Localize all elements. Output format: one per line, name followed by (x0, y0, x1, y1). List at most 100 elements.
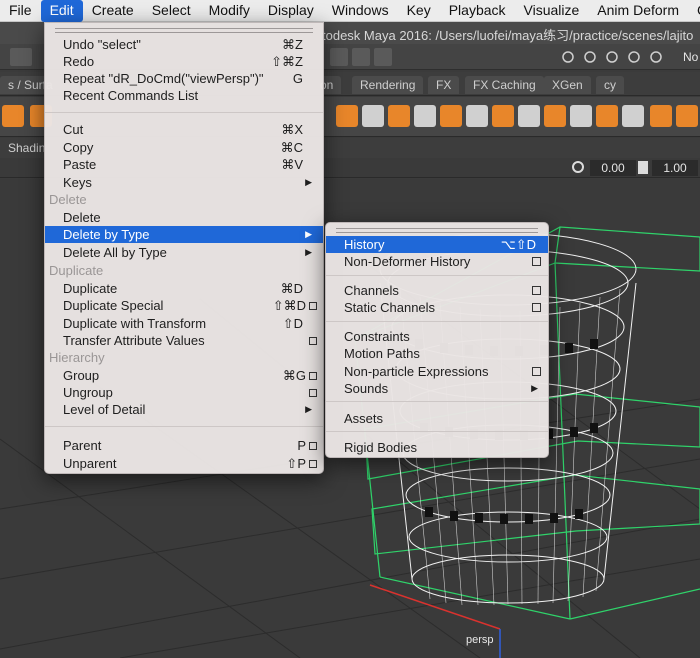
option-box-icon[interactable] (532, 303, 541, 312)
motion-paths-label: Motion Paths (344, 346, 420, 361)
gamma-field[interactable]: 1.00 (652, 160, 698, 176)
cylindrical-uv-icon[interactable] (676, 105, 698, 127)
menu-item-redo[interactable]: Redo ⇧⌘Z (45, 53, 323, 70)
tear-off-handle[interactable] (336, 228, 538, 233)
option-box-icon[interactable] (309, 372, 317, 380)
duplicate-transform-shortcut: ⇧D (282, 316, 303, 331)
open-scene-icon[interactable] (352, 48, 370, 66)
menu-item-cut[interactable]: Cut ⌘X (45, 121, 323, 138)
non-particle-label: Non-particle Expressions (344, 364, 489, 379)
uv-editor-icon[interactable] (622, 105, 644, 127)
option-box-icon[interactable] (309, 337, 317, 345)
edit-menu: Undo "select" ⌘Z Redo ⇧⌘Z Repeat "dR_DoC… (44, 22, 324, 474)
menu-item-assets[interactable]: Assets (326, 410, 548, 427)
smooth-icon[interactable] (414, 105, 436, 127)
section-header-duplicate: Duplicate (49, 263, 104, 278)
shelf-tab-rendering[interactable]: Rendering (352, 76, 424, 94)
menu-set-dropdown[interactable] (10, 48, 32, 66)
option-box-icon[interactable] (309, 442, 317, 450)
menu-item-repeat[interactable]: Repeat "dR_DoCmd("viewPersp")" G (45, 70, 323, 87)
option-box-icon[interactable] (532, 367, 541, 376)
panel-menu-shading[interactable]: Shadin (8, 141, 45, 155)
menu-item-motion-paths[interactable]: Motion Paths (326, 345, 548, 362)
shelf-tab-fx[interactable]: FX (428, 76, 460, 94)
menu-item-channels[interactable]: Channels (326, 282, 548, 299)
shelf-tab-xgen[interactable]: XGen (544, 76, 591, 94)
bridge-icon[interactable] (466, 105, 488, 127)
constraints-label: Constraints (344, 329, 410, 344)
menu-item-paste[interactable]: Paste ⌘V (45, 156, 323, 173)
shelf-tab-fx-caching[interactable]: FX Caching (465, 76, 544, 94)
menu-display[interactable]: Display (259, 0, 323, 22)
extrude-icon[interactable] (440, 105, 462, 127)
cube-icon[interactable] (2, 105, 24, 127)
channels-label: Channels (344, 283, 399, 298)
delete-by-type-label: Delete by Type (63, 227, 150, 242)
menu-item-ungroup[interactable]: Ungroup (45, 384, 323, 401)
parent-label: Parent (63, 438, 102, 453)
menu-item-delete-all-by-type[interactable]: Delete All by Type ▶ (45, 244, 323, 261)
menu-modify[interactable]: Modify (200, 0, 259, 22)
submenu-arrow-icon: ▶ (531, 383, 538, 393)
menu-item-sounds[interactable]: Sounds ▶ (326, 380, 548, 397)
menu-playback[interactable]: Playback (440, 0, 515, 22)
menu-cut-off[interactable]: C (688, 0, 700, 22)
submenu-arrow-icon: ▶ (305, 247, 312, 257)
new-scene-icon[interactable] (330, 48, 348, 66)
merge-icon[interactable] (570, 105, 592, 127)
menu-separator (45, 112, 323, 113)
mirror-icon[interactable] (596, 105, 618, 127)
menu-item-delete-by-type[interactable]: Delete by Type ▶ (45, 226, 323, 243)
menu-create[interactable]: Create (83, 0, 143, 22)
option-box-icon[interactable] (532, 286, 541, 295)
menu-visualize[interactable]: Visualize (515, 0, 589, 22)
planar-uv-icon[interactable] (650, 105, 672, 127)
polygon-tool-icon[interactable] (336, 105, 358, 127)
exposure-icon[interactable] (572, 161, 584, 173)
menu-item-rigid-bodies[interactable]: Rigid Bodies (326, 439, 548, 456)
shelf-tab-custom[interactable]: cy (596, 76, 624, 94)
menu-item-duplicate[interactable]: Duplicate ⌘D (45, 280, 323, 297)
menu-item-transfer-attribute-values[interactable]: Transfer Attribute Values (45, 332, 323, 349)
menu-item-duplicate-special[interactable]: Duplicate Special ⇧⌘D (45, 297, 323, 314)
menu-item-keys[interactable]: Keys ▶ (45, 174, 323, 191)
menu-item-level-of-detail[interactable]: Level of Detail ▶ (45, 401, 323, 418)
option-box-icon[interactable] (309, 460, 317, 468)
menu-item-static-channels[interactable]: Static Channels (326, 299, 548, 316)
menu-item-parent[interactable]: Parent P (45, 437, 323, 454)
combine-icon[interactable] (362, 105, 384, 127)
gamma-icon[interactable] (638, 161, 648, 174)
menu-anim-deform[interactable]: Anim Deform (588, 0, 688, 22)
repeat-shortcut: G (292, 71, 303, 86)
snap-icons[interactable] (560, 47, 680, 67)
bevel-icon[interactable] (492, 105, 514, 127)
menu-item-constraints[interactable]: Constraints (326, 328, 548, 345)
menu-item-unparent[interactable]: Unparent ⇧P (45, 455, 323, 472)
menu-item-copy[interactable]: Copy ⌘C (45, 139, 323, 156)
menu-item-non-particle-expressions[interactable]: Non-particle Expressions (326, 363, 548, 380)
exposure-field[interactable]: 0.00 (590, 160, 636, 176)
submenu-arrow-icon: ▶ (305, 177, 312, 187)
option-box-icon[interactable] (309, 389, 317, 397)
tear-off-handle[interactable] (55, 28, 313, 33)
menu-item-undo[interactable]: Undo "select" ⌘Z (45, 36, 323, 53)
menu-file[interactable]: File (0, 0, 41, 22)
menu-item-delete[interactable]: Delete (45, 209, 323, 226)
insert-loop-icon[interactable] (544, 105, 566, 127)
menu-windows[interactable]: Windows (323, 0, 398, 22)
save-scene-icon[interactable] (374, 48, 392, 66)
menu-edit[interactable]: Edit (40, 0, 83, 22)
parent-shortcut: P (297, 437, 317, 454)
menu-item-duplicate-with-transform[interactable]: Duplicate with Transform ⇧D (45, 315, 323, 332)
multicut-icon[interactable] (518, 105, 540, 127)
separate-icon[interactable] (388, 105, 410, 127)
menu-item-non-deformer-history[interactable]: Non-Deformer History (326, 253, 548, 270)
menu-item-history[interactable]: History ⌥⇧D (326, 236, 548, 253)
unparent-shortcut-text: ⇧P (286, 456, 306, 471)
option-box-icon[interactable] (532, 257, 541, 266)
menu-item-group[interactable]: Group ⌘G (45, 367, 323, 384)
menu-item-recent-commands[interactable]: Recent Commands List (45, 87, 323, 104)
menu-key[interactable]: Key (398, 0, 440, 22)
menu-select[interactable]: Select (143, 0, 200, 22)
option-box-icon[interactable] (309, 302, 317, 310)
